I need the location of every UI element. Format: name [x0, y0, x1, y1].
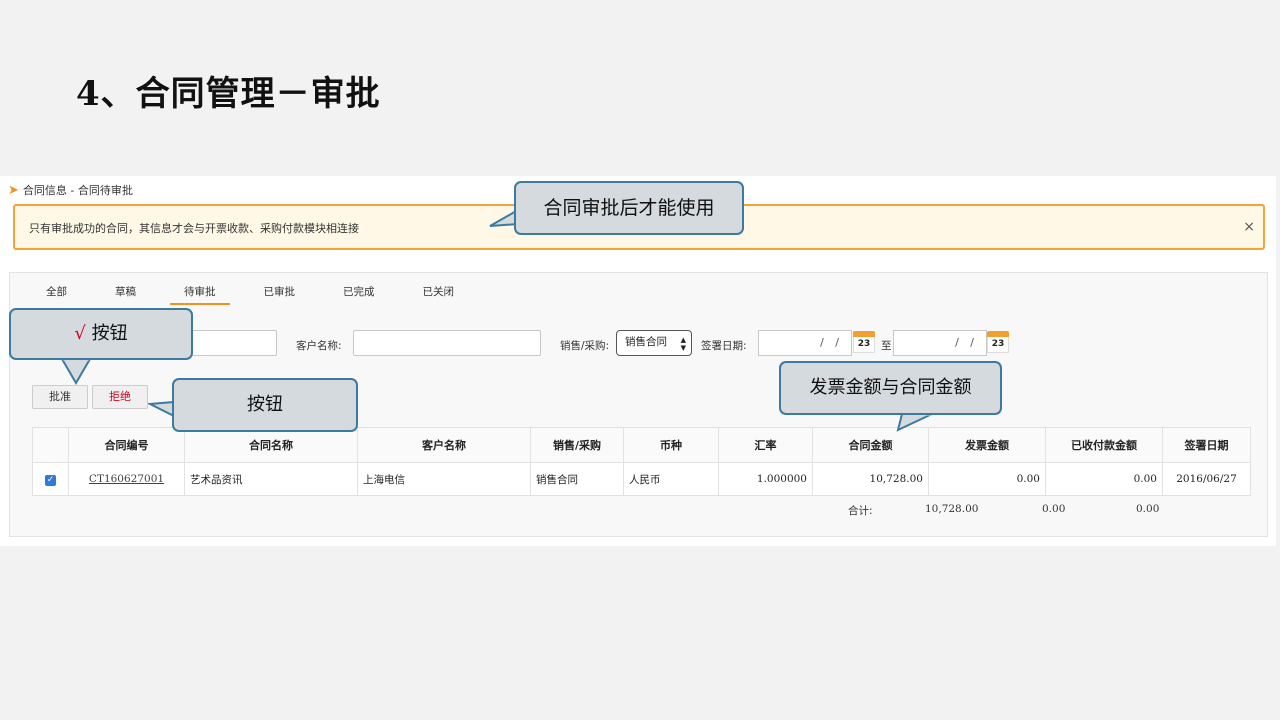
date-to-placeholder: / /	[955, 336, 978, 349]
breadcrumb-text: 合同信息 - 合同待审批	[22, 184, 133, 197]
totals-paid: 0.00	[1136, 503, 1160, 515]
callout-tail	[60, 357, 92, 385]
totals-invoice: 0.00	[1042, 503, 1066, 515]
column-header[interactable]: 客户名称	[357, 427, 531, 463]
column-header[interactable]: 已收付款金额	[1045, 427, 1163, 463]
tab-approved[interactable]: 已审批	[250, 283, 310, 305]
calendar-day: 23	[987, 337, 1009, 353]
column-header[interactable]: 签署日期	[1162, 427, 1251, 463]
tab-completed[interactable]: 已完成	[329, 283, 389, 305]
callout-tail	[896, 412, 933, 432]
arrow-icon: ➤	[8, 182, 19, 198]
customer-label: 客户名称:	[296, 340, 342, 352]
tab-all[interactable]: 全部	[32, 283, 81, 305]
cell-paid: 0.00	[1045, 462, 1163, 496]
filter-bar: 客户名称: 销售/采购: 销售合同 ▲ ▼ 签署日期: / / 23 至 / / …	[10, 330, 1267, 360]
calendar-day: 23	[853, 337, 875, 353]
type-select[interactable]: 销售合同 ▲ ▼	[616, 330, 692, 356]
date-to-input[interactable]: / /	[893, 330, 987, 356]
contract-table: 合同编号 合同名称 客户名称 销售/采购 币种 汇率 合同金额 发票金额 已收付…	[32, 427, 1251, 496]
row-checkbox[interactable]: ✓	[45, 474, 56, 486]
date-sep: 至	[881, 340, 892, 352]
contract-id-link[interactable]: CT160627001	[89, 473, 164, 485]
type-label: 销售/采购:	[560, 340, 610, 352]
cell-rate: 1.000000	[718, 462, 813, 496]
breadcrumb: ➤ 合同信息 - 合同待审批	[8, 182, 133, 198]
approve-button[interactable]: 批准	[32, 385, 88, 409]
column-header[interactable]: 合同金额	[812, 427, 929, 463]
select-caret-icon: ▲ ▼	[680, 336, 686, 352]
cell-amount: 10,728.00	[812, 462, 929, 496]
callout-approval: 合同审批后才能使用	[514, 181, 744, 235]
column-header[interactable]: 发票金额	[928, 427, 1046, 463]
totals-amount: 10,728.00	[925, 503, 979, 515]
table-row: ✓ CT160627001 艺术品资讯 上海电信 销售合同 人民币 1.0000…	[32, 462, 1251, 496]
select-column-header	[32, 427, 69, 463]
callout-buttons: 按钮	[172, 378, 358, 432]
cell-date: 2016/06/27	[1162, 462, 1251, 496]
close-icon[interactable]: ×	[1243, 219, 1255, 235]
calendar-icon[interactable]: 23	[987, 331, 1009, 353]
check-mark: √	[74, 323, 86, 344]
column-header[interactable]: 币种	[623, 427, 719, 463]
totals-label: 合计:	[848, 505, 873, 517]
cell-invoice: 0.00	[928, 462, 1046, 496]
date-from-placeholder: / /	[820, 336, 843, 349]
cell-customer: 上海电信	[357, 462, 531, 496]
date-label: 签署日期:	[701, 340, 747, 352]
column-header[interactable]: 合同名称	[184, 427, 358, 463]
callout-check: √ 按钮	[9, 308, 193, 360]
calendar-icon[interactable]: 23	[853, 331, 875, 353]
date-from-input[interactable]: / /	[758, 330, 852, 356]
column-header[interactable]: 汇率	[718, 427, 813, 463]
table-header-row: 合同编号 合同名称 客户名称 销售/采购 币种 汇率 合同金额 发票金额 已收付…	[32, 427, 1251, 463]
reject-button[interactable]: 拒绝	[92, 385, 148, 409]
tab-pending[interactable]: 待审批	[170, 283, 230, 305]
column-header[interactable]: 销售/采购	[530, 427, 624, 463]
cell-currency: 人民币	[623, 462, 719, 496]
slide-title: 4、合同管理－审批	[76, 74, 381, 114]
column-header[interactable]: 合同编号	[68, 427, 185, 463]
tab-draft[interactable]: 草稿	[101, 283, 150, 305]
status-tabs: 全部 草稿 待审批 已审批 已完成 已关闭	[32, 283, 488, 305]
notice-text: 只有审批成功的合同，其信息才会与开票收款、采购付款模块相连接	[29, 222, 359, 235]
callout-amounts: 发票金额与合同金额	[779, 361, 1002, 415]
cell-type: 销售合同	[530, 462, 624, 496]
cell-name: 艺术品资讯	[184, 462, 358, 496]
customer-input[interactable]	[353, 330, 541, 356]
type-select-value: 销售合同	[625, 336, 667, 348]
callout-check-text: 按钮	[91, 323, 128, 344]
tab-closed[interactable]: 已关闭	[409, 283, 469, 305]
